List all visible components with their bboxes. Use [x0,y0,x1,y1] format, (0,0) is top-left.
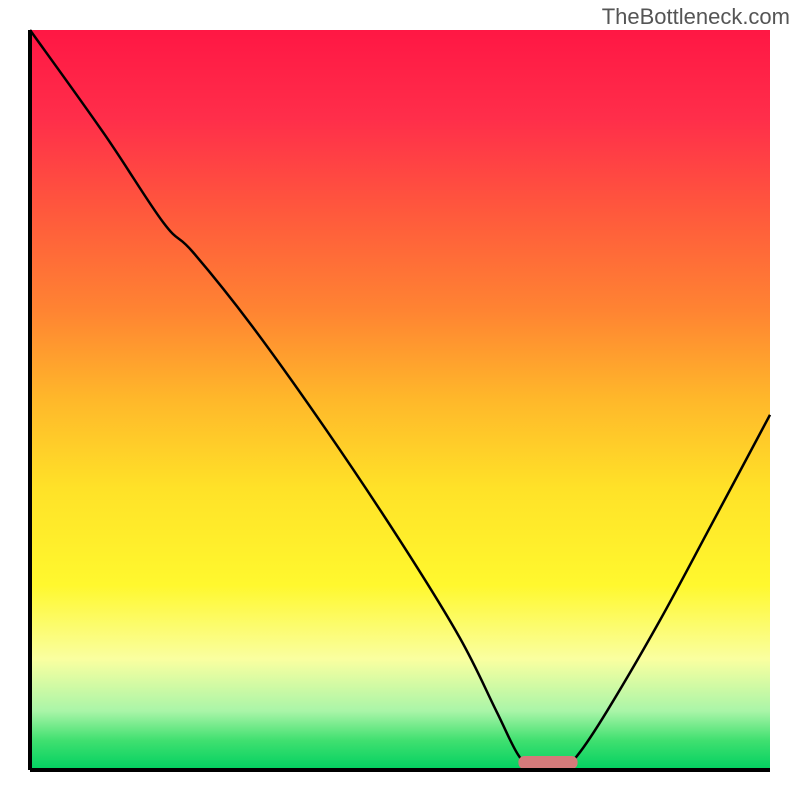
chart-svg [0,0,800,800]
watermark-text: TheBottleneck.com [602,4,790,30]
bottleneck-chart: TheBottleneck.com [0,0,800,800]
gradient-background [30,30,770,770]
optimal-range-marker [518,756,577,769]
